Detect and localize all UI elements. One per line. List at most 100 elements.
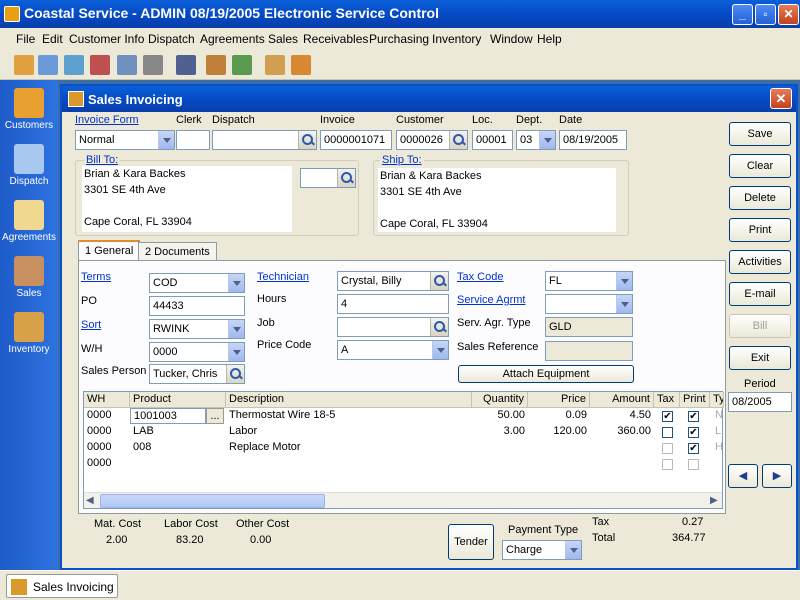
delete-button[interactable]: Delete (729, 186, 791, 210)
menu-help[interactable]: Help (537, 32, 562, 46)
search-icon[interactable] (337, 169, 355, 187)
chevron-down-icon[interactable] (565, 541, 581, 559)
menu-inventory[interactable]: Inventory (432, 32, 481, 46)
customers-toolbar-icon[interactable] (14, 55, 34, 75)
exit-button[interactable]: Exit (729, 346, 791, 370)
period-input[interactable]: 08/2005 (728, 392, 792, 412)
search-icon[interactable] (226, 365, 244, 383)
bill-to-lookup[interactable] (300, 168, 356, 188)
cell-type[interactable]: L (712, 424, 724, 440)
print-button[interactable]: Print (729, 218, 791, 242)
invoice-form-label[interactable]: Invoice Form (75, 114, 139, 126)
sidebar-item-agreements[interactable]: Agreements (0, 196, 58, 252)
bill-to-label[interactable]: Bill To: (84, 154, 121, 166)
col-print[interactable]: Print (680, 392, 710, 408)
chevron-down-icon[interactable] (616, 295, 632, 313)
invoice-form-select[interactable]: Normal (75, 130, 175, 150)
cell-amount[interactable]: 4.50 (590, 408, 654, 424)
technician-input[interactable]: Crystal, Billy (337, 271, 449, 291)
taskbar-item-sales-invoicing[interactable]: Sales Invoicing (6, 574, 118, 598)
menu-dispatch[interactable]: Dispatch (148, 32, 195, 46)
loc-input[interactable]: 00001 (472, 130, 513, 150)
col-description[interactable]: Description (226, 392, 472, 408)
service-agrmt-select[interactable] (545, 294, 633, 314)
cell-product[interactable]: 008 (130, 440, 226, 456)
sort-select[interactable]: RWINK (149, 319, 245, 339)
dispatch-input[interactable] (212, 130, 317, 150)
tax-checkbox[interactable] (662, 459, 673, 470)
po-input[interactable]: 44433 (149, 296, 245, 316)
tax-checkbox[interactable] (662, 443, 673, 454)
cell-product[interactable]: LAB (130, 424, 226, 440)
schedule-toolbar-icon[interactable] (117, 55, 137, 75)
email-button[interactable]: E-mail (729, 282, 791, 306)
cell-wh[interactable]: 0000 (84, 456, 130, 472)
dept-select[interactable]: 03 (516, 130, 556, 150)
terms-label[interactable]: Terms (81, 271, 111, 283)
tax-code-select[interactable]: FL (545, 271, 633, 291)
menu-purchasing[interactable]: Purchasing (369, 32, 429, 46)
hours-input[interactable]: 4 (337, 294, 449, 314)
next-record-button[interactable]: ▶ (762, 464, 792, 488)
date-input[interactable]: 08/19/2005 (559, 130, 627, 150)
ship-to-label[interactable]: Ship To: (380, 154, 424, 166)
product-browse-button[interactable]: ... (206, 408, 224, 424)
job-input[interactable] (337, 317, 449, 337)
chevron-down-icon[interactable] (158, 131, 174, 149)
customer-input[interactable]: 0000026 (396, 130, 468, 150)
search-icon[interactable] (298, 131, 316, 149)
terms-select[interactable]: COD (149, 273, 245, 293)
scroll-left-icon[interactable]: ◀ (86, 495, 94, 506)
activities-button[interactable]: Activities (729, 250, 791, 274)
tax-checkbox[interactable] (662, 427, 673, 438)
sidebar-item-dispatch[interactable]: Dispatch (0, 140, 58, 196)
cell-wh[interactable]: 0000 (84, 424, 130, 440)
contacts-toolbar-icon[interactable] (38, 55, 58, 75)
tax-code-label[interactable]: Tax Code (457, 271, 503, 283)
inventory-toolbar-icon[interactable] (291, 55, 311, 75)
wh-select[interactable]: 0000 (149, 342, 245, 362)
invoice-input[interactable]: 0000001071 (320, 130, 392, 150)
save-button[interactable]: Save (729, 122, 791, 146)
price-code-select[interactable]: A (337, 340, 449, 360)
tender-button[interactable]: Tender (448, 524, 494, 560)
cell-price[interactable]: 120.00 (528, 424, 590, 440)
menu-sales[interactable]: Sales (268, 32, 298, 46)
print-checkbox[interactable]: ✔ (688, 411, 699, 422)
dispatch-toolbar-icon[interactable] (64, 55, 84, 75)
menu-file[interactable]: File (16, 32, 35, 46)
minimize-button[interactable]: _ (732, 4, 753, 25)
calculator-toolbar-icon[interactable] (206, 55, 226, 75)
chevron-down-icon[interactable] (228, 320, 244, 338)
book-toolbar-icon[interactable] (176, 55, 196, 75)
tab-general[interactable]: 1 General (78, 240, 141, 262)
menu-edit[interactable]: Edit (42, 32, 63, 46)
sidebar-item-customers[interactable]: Customers (0, 84, 58, 140)
ship-to-address[interactable]: Brian & Kara Backes 3301 SE 4th Ave Cape… (378, 168, 616, 232)
close-app-button[interactable]: ✕ (778, 4, 799, 25)
scroll-thumb[interactable] (100, 494, 325, 508)
sidebar-item-inventory[interactable]: Inventory (0, 308, 58, 364)
bill-to-address[interactable]: Brian & Kara Backes 3301 SE 4th Ave Cape… (82, 166, 292, 232)
menu-agreements[interactable]: Agreements (200, 32, 265, 46)
invoice-toolbar-icon[interactable] (265, 55, 285, 75)
chevron-down-icon[interactable] (228, 343, 244, 361)
cell-description[interactable]: Replace Motor (226, 440, 472, 456)
col-tax[interactable]: Tax (654, 392, 680, 408)
col-wh[interactable]: WH (84, 392, 130, 408)
search-icon[interactable] (449, 131, 467, 149)
col-type[interactable]: Ty (710, 392, 724, 408)
sort-label[interactable]: Sort (81, 319, 101, 331)
cell-type[interactable]: H (712, 440, 724, 456)
print-checkbox[interactable] (688, 459, 699, 470)
cell-description[interactable]: Thermostat Wire 18-5 (226, 408, 472, 424)
restore-button[interactable]: ▫ (755, 4, 776, 25)
print-checkbox[interactable]: ✔ (688, 443, 699, 454)
clear-button[interactable]: Clear (729, 154, 791, 178)
print-checkbox[interactable]: ✔ (688, 427, 699, 438)
chevron-down-icon[interactable] (228, 274, 244, 292)
chevron-down-icon[interactable] (432, 341, 448, 359)
cell-wh[interactable]: 0000 (84, 408, 130, 424)
cell-product-editor[interactable]: 1001003 (130, 408, 206, 424)
sidebar-item-sales[interactable]: Sales (0, 252, 58, 308)
